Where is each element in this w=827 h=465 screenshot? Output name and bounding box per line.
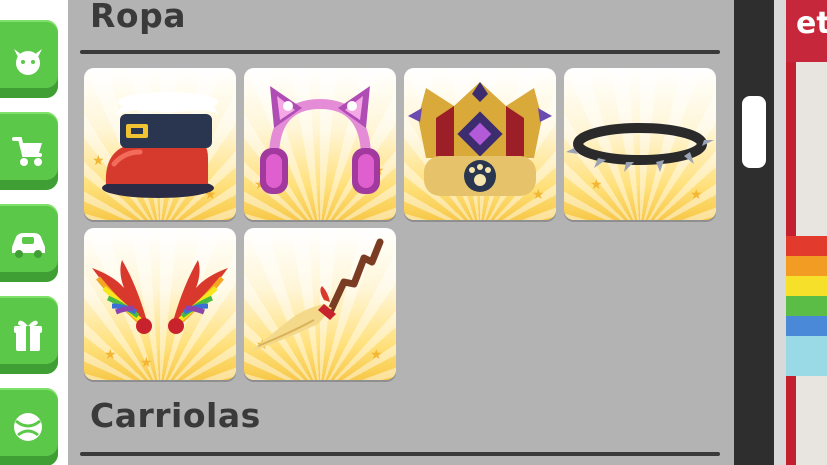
car-icon [12, 233, 45, 258]
item-tile-santa-boot-hat[interactable]: ★ ★ [84, 68, 236, 220]
section-title-strollers: Carriolas [90, 396, 261, 435]
gift-icon [14, 320, 42, 351]
inventory-panel: Ropa ★ ★ ★ ★ ★ ★ ★ ★ ★ Carriolas [68, 0, 734, 465]
cat-face-icon [14, 49, 42, 75]
section-title-clothing: Ropa [90, 0, 186, 35]
cat-ear-headphones-icon [260, 86, 380, 194]
section-divider [80, 50, 720, 54]
sidebar-item-pets[interactable] [0, 20, 58, 98]
scrollbar-track[interactable] [734, 0, 774, 465]
rainbow-decoration [786, 236, 827, 376]
item-tile-paw-crown[interactable]: ★ [404, 68, 556, 220]
item-tile-rainbow-wings[interactable]: ★ ★ [84, 228, 236, 380]
sidebar-item-vehicles[interactable] [0, 204, 58, 282]
stroller-icon [12, 137, 42, 166]
crown-icon [408, 82, 552, 196]
item-tile-spiked-collar[interactable]: ★ ★ [564, 68, 716, 220]
broom-icon [250, 238, 384, 352]
rainbow-wings-icon [92, 260, 228, 334]
item-tile-cat-ear-headphones[interactable]: ★ ★ [244, 68, 396, 220]
scrollbar-thumb[interactable] [742, 96, 766, 168]
sidebar-item-gifts[interactable] [0, 296, 58, 374]
ball-icon [14, 413, 42, 441]
item-tile-witch-broom[interactable]: ★ ★ [244, 228, 396, 380]
sidebar-item-toys[interactable] [0, 388, 58, 465]
background-scene: et [786, 0, 827, 465]
category-sidebar [0, 0, 66, 465]
spiked-collar-icon [566, 123, 714, 172]
panel-edge [774, 0, 786, 465]
sidebar-item-strollers[interactable] [0, 112, 58, 190]
boot-hat-icon [102, 92, 218, 198]
section-divider [80, 452, 720, 456]
background-banner-text: et [796, 6, 827, 41]
